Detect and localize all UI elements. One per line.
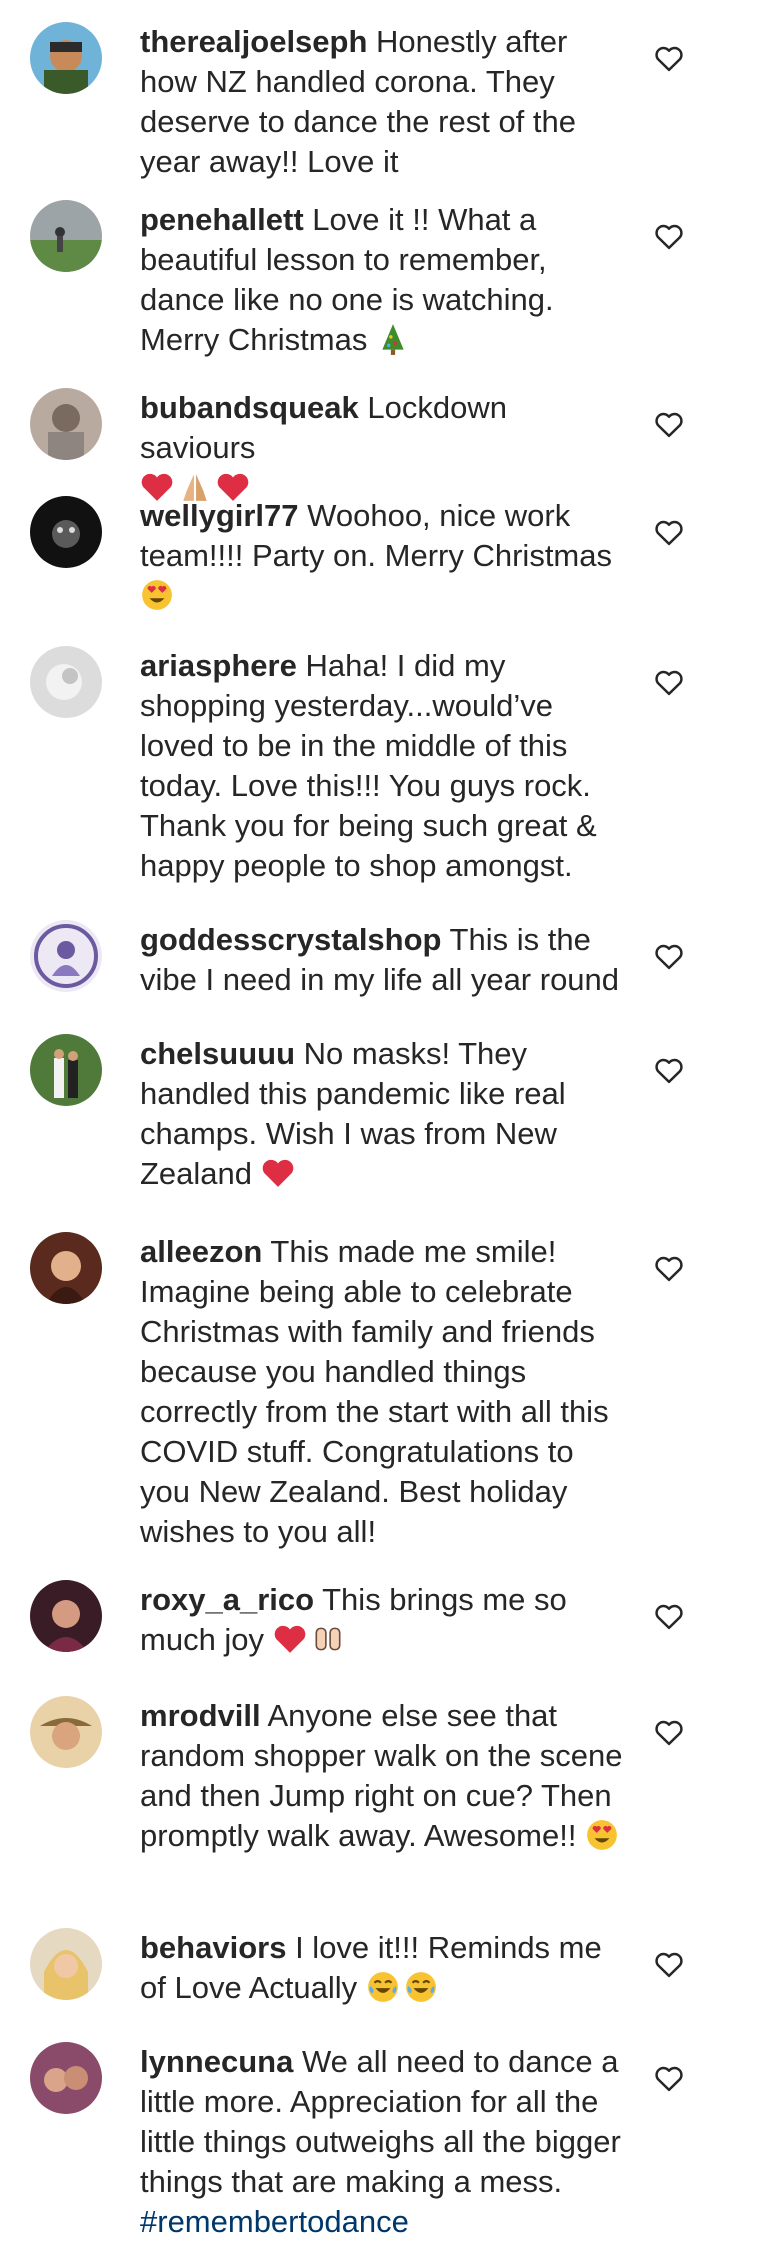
comment-username[interactable]: chelsuuuu bbox=[140, 1036, 295, 1071]
like-comment-button[interactable] bbox=[654, 2064, 684, 2092]
heart-outline-icon bbox=[655, 670, 683, 696]
comment-username[interactable]: mrodvill bbox=[140, 1698, 261, 1733]
avatar[interactable] bbox=[30, 1034, 102, 1106]
comment-text: chelsuuuu No masks! They handled this pa… bbox=[140, 1034, 630, 1194]
like-comment-button[interactable] bbox=[654, 1718, 684, 1746]
avatar[interactable] bbox=[30, 22, 102, 94]
comment-feed: therealjoelseph Honestly after how NZ ha… bbox=[0, 0, 759, 2268]
comment-username[interactable]: goddesscrystalshop bbox=[140, 922, 441, 957]
avatar[interactable] bbox=[30, 388, 102, 460]
comment-text: alleezon This made me smile! Imagine bei… bbox=[140, 1232, 630, 1552]
comment-text: ariasphere Haha! I did my shopping yeste… bbox=[140, 646, 630, 886]
comment-text: goddesscrystalshop This is the vibe I ne… bbox=[140, 920, 630, 1000]
comment-text: lynnecuna We all need to dance a little … bbox=[140, 2042, 630, 2242]
comment-username[interactable]: bubandsqueak bbox=[140, 390, 359, 425]
avatar[interactable] bbox=[30, 2042, 102, 2114]
avatar[interactable] bbox=[30, 1232, 102, 1304]
comment-text: penehallett Love it !! What a beautiful … bbox=[140, 200, 630, 360]
heart-eyes-emoji-icon bbox=[585, 1818, 619, 1852]
avatar[interactable] bbox=[30, 496, 102, 568]
avatar[interactable] bbox=[30, 646, 102, 718]
heart-outline-icon bbox=[655, 944, 683, 970]
heart-outline-icon bbox=[655, 1720, 683, 1746]
comment-username[interactable]: lynnecuna bbox=[140, 2044, 293, 2079]
heart-eyes-emoji-icon bbox=[140, 578, 174, 612]
comment-username[interactable]: roxy_a_rico bbox=[140, 1582, 314, 1617]
like-comment-button[interactable] bbox=[654, 1254, 684, 1282]
heart-outline-icon bbox=[655, 520, 683, 546]
christmas-tree-emoji-icon bbox=[376, 322, 410, 356]
heart-outline-icon bbox=[655, 2066, 683, 2092]
comment-text: therealjoelseph Honestly after how NZ ha… bbox=[140, 22, 630, 182]
comment-username[interactable]: wellygirl77 bbox=[140, 498, 299, 533]
comment-username[interactable]: behaviors bbox=[140, 1930, 286, 1965]
comment-username[interactable]: ariasphere bbox=[140, 648, 297, 683]
comment-text: roxy_a_rico This brings me so much joy bbox=[140, 1580, 630, 1660]
like-comment-button[interactable] bbox=[654, 942, 684, 970]
comment-text: mrodvill Anyone else see that random sho… bbox=[140, 1696, 630, 1856]
hashtag-link[interactable]: #remembertodance bbox=[140, 2204, 409, 2239]
heart-outline-icon bbox=[655, 1604, 683, 1630]
heart-outline-icon bbox=[655, 1058, 683, 1084]
avatar[interactable] bbox=[30, 1696, 102, 1768]
avatar[interactable] bbox=[30, 200, 102, 272]
avatar[interactable] bbox=[30, 920, 102, 992]
comment-text: bubandsqueak Lockdown saviours bbox=[140, 388, 630, 508]
heart-outline-icon bbox=[655, 412, 683, 438]
comment-body: This made me smile! Imagine being able t… bbox=[140, 1234, 609, 1549]
tears-of-joy-emoji-icon bbox=[366, 1970, 400, 2004]
like-comment-button[interactable] bbox=[654, 222, 684, 250]
like-comment-button[interactable] bbox=[654, 668, 684, 696]
heart-outline-icon bbox=[655, 1256, 683, 1282]
like-comment-button[interactable] bbox=[654, 410, 684, 438]
like-comment-button[interactable] bbox=[654, 1056, 684, 1084]
heart-outline-icon bbox=[655, 1952, 683, 1978]
like-comment-button[interactable] bbox=[654, 1950, 684, 1978]
like-comment-button[interactable] bbox=[654, 518, 684, 546]
heart-outline-icon bbox=[655, 224, 683, 250]
comment-text: behaviors I love it!!! Reminds me of Lov… bbox=[140, 1928, 630, 2008]
red-heart-emoji-icon bbox=[273, 1622, 307, 1656]
raised-hands-emoji-icon bbox=[311, 1622, 345, 1656]
like-comment-button[interactable] bbox=[654, 44, 684, 72]
tears-of-joy-emoji-icon bbox=[404, 1970, 438, 2004]
like-comment-button[interactable] bbox=[654, 1602, 684, 1630]
avatar[interactable] bbox=[30, 1580, 102, 1652]
avatar[interactable] bbox=[30, 1928, 102, 2000]
red-heart-emoji-icon bbox=[261, 1156, 295, 1190]
comment-text: wellygirl77 Woohoo, nice work team!!!! P… bbox=[140, 496, 630, 616]
comment-username[interactable]: alleezon bbox=[140, 1234, 262, 1269]
heart-outline-icon bbox=[655, 46, 683, 72]
comment-username[interactable]: penehallett bbox=[140, 202, 304, 237]
comment-body: Haha! I did my shopping yesterday...woul… bbox=[140, 648, 597, 883]
comment-username[interactable]: therealjoelseph bbox=[140, 24, 367, 59]
